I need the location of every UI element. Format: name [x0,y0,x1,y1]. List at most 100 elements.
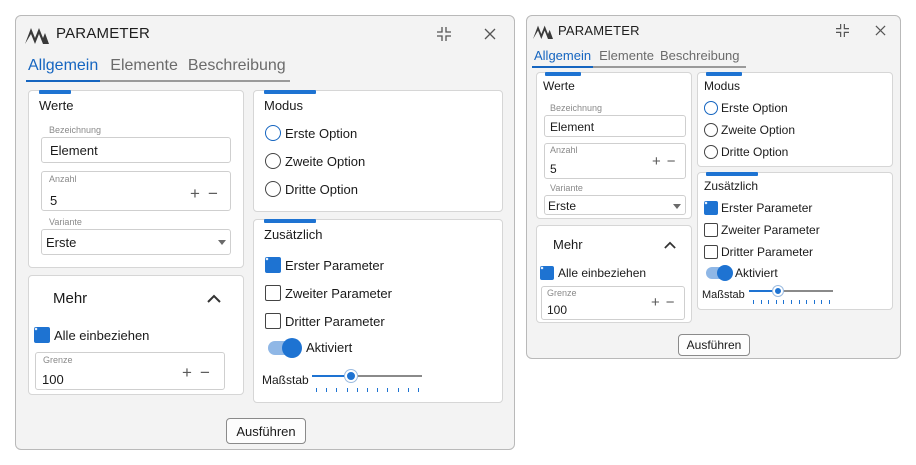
toggle-knob [282,337,302,358]
slider-tick [761,300,762,304]
tab-allgemein[interactable]: Allgemein [532,48,594,68]
chevron-up-icon[interactable] [664,241,676,249]
plus-icon[interactable]: + [651,294,660,311]
minus-icon[interactable]: − [667,153,676,170]
radio-dritte-option[interactable]: Dritte Option [704,145,788,159]
slider-tick [814,300,815,304]
anzahl-value: 5 [550,162,557,176]
tab-elemente[interactable]: Elemente [110,57,178,80]
anzahl-stepper: + − [652,153,676,170]
mehr-card: Mehr Alle einbeziehen Grenze 100 + − [28,275,244,395]
modus-title: Modus [264,98,304,113]
grenze-field[interactable]: Grenze 100 + − [35,352,225,390]
minus-icon[interactable]: − [200,363,210,383]
ausfuehren-button[interactable]: Ausführen [226,418,306,444]
tab-beschreibung[interactable]: Beschreibung [660,48,740,66]
anzahl-field[interactable]: Anzahl 5 + − [41,171,231,211]
check-icon [540,266,554,280]
bezeichnung-label: Bezeichnung [550,103,603,113]
anzahl-field[interactable]: Anzahl 5 + − [544,143,686,179]
plus-icon[interactable]: + [652,153,661,170]
grenze-stepper: + − [651,294,675,311]
slider-tick [799,300,800,304]
plus-icon[interactable]: + [182,363,192,383]
ausfuehren-button[interactable]: Ausführen [678,334,750,356]
checkbox-label: Zweiter Parameter [721,223,820,237]
slider-tick [387,388,388,392]
bezeichnung-field[interactable]: Bezeichnung Element [544,103,686,137]
aktiviert-toggle[interactable]: Aktiviert [706,265,778,281]
close-icon [484,28,496,40]
checkbox-zweiter-parameter[interactable]: Zweiter Parameter [704,223,820,237]
radio-empty-icon [265,153,281,169]
checkbox-dritter-parameter[interactable]: Dritter Parameter [265,313,385,329]
toggle-track [268,337,302,358]
grenze-value: 100 [547,303,568,317]
zusaetzlich-title: Zusätzlich [264,227,323,242]
alle-einbeziehen-label: Alle einbeziehen [558,266,647,280]
checkbox-label: Erster Parameter [285,257,384,273]
mehr-title[interactable]: Mehr [53,290,87,307]
bezeichnung-value: Element [550,120,595,134]
radio-zweite-option[interactable]: Zweite Option [704,123,795,137]
tab-bar: Allgemein Elemente Beschreibung [532,48,746,68]
app-logo-icon [533,24,553,39]
check-icon [704,201,718,215]
slider-thumb[interactable] [344,370,357,382]
checkbox-erster-parameter[interactable]: Erster Parameter [704,201,812,215]
massstab-slider[interactable] [312,369,422,393]
alle-einbeziehen-label: Alle einbeziehen [54,327,150,343]
slider-thumb[interactable] [773,286,784,296]
radio-label: Zweite Option [721,123,796,137]
close-button[interactable] [480,25,500,43]
modus-card: Modus Erste Option Zweite Option Dritte … [253,90,503,212]
massstab-slider[interactable] [749,285,833,305]
toggle-label: Aktiviert [735,266,778,280]
anzahl-label: Anzahl [550,145,578,155]
bezeichnung-label: Bezeichnung [49,125,102,135]
mehr-title[interactable]: Mehr [553,237,583,252]
variante-select[interactable]: Variante Erste [41,217,231,255]
radio-empty-icon [265,181,281,197]
checkbox-dritter-parameter[interactable]: Dritter Parameter [704,245,813,259]
grenze-field[interactable]: Grenze 100 + − [541,286,685,320]
tab-elemente[interactable]: Elemente [599,48,654,66]
zusaetzlich-card: Zusätzlich Erster Parameter Zweiter Para… [253,219,503,403]
radio-label: Zweite Option [285,153,366,169]
collapse-button[interactable] [833,22,851,38]
minus-icon[interactable]: − [208,184,218,204]
anzahl-value: 5 [50,193,58,208]
checkbox-empty-icon [265,285,281,301]
card-accent [706,72,742,76]
radio-selected-icon [704,101,718,115]
checkbox-label: Erster Parameter [721,201,813,215]
slider-tick [367,388,368,392]
checkbox-erster-parameter[interactable]: Erster Parameter [265,257,384,273]
radio-zweite-option[interactable]: Zweite Option [265,153,365,169]
checkbox-zweiter-parameter[interactable]: Zweiter Parameter [265,285,392,301]
radio-erste-option[interactable]: Erste Option [265,125,357,141]
tab-allgemein[interactable]: Allgemein [26,57,101,82]
plus-icon[interactable]: + [190,184,200,204]
checkbox-label: Zweiter Parameter [285,285,392,301]
variante-select[interactable]: Variante Erste [544,183,686,215]
radio-erste-option[interactable]: Erste Option [704,101,788,115]
slider-tick [377,388,378,392]
check-icon [265,257,281,273]
chevron-up-icon[interactable] [207,294,221,303]
alle-einbeziehen-checkbox[interactable]: Alle einbeziehen [540,266,646,280]
variante-label: Variante [49,217,82,227]
close-button[interactable] [871,22,889,38]
radio-dritte-option[interactable]: Dritte Option [265,181,358,197]
aktiviert-toggle[interactable]: Aktiviert [268,337,353,358]
toggle-knob [717,265,733,281]
toggle-label: Aktiviert [306,340,353,355]
collapse-button[interactable] [434,25,454,43]
alle-einbeziehen-checkbox[interactable]: Alle einbeziehen [34,327,149,343]
checkbox-empty-icon [704,223,718,237]
card-accent [264,90,316,94]
grenze-value: 100 [42,372,64,387]
bezeichnung-field[interactable]: Bezeichnung Element [41,125,231,163]
minus-icon[interactable]: − [666,294,675,311]
tab-beschreibung[interactable]: Beschreibung [188,57,286,80]
